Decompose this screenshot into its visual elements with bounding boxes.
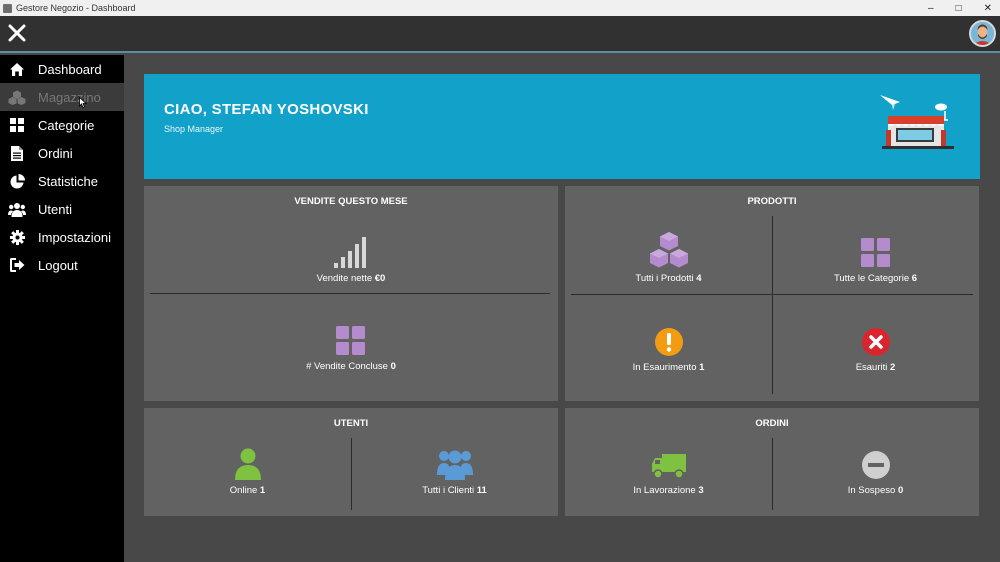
all-products-stat[interactable]: Tutti i Prodotti 4 xyxy=(565,230,772,284)
sales-card-title: VENDITE QUESTO MESE xyxy=(294,196,408,207)
orders-card: ORDINI In Lavorazione 3 In Sospeso 0 xyxy=(565,408,979,516)
out-of-stock-stat[interactable]: Esauriti 2 xyxy=(772,319,979,373)
all-clients-stat[interactable]: Tutti i Clienti 11 xyxy=(351,442,558,496)
out-of-stock-value: 2 xyxy=(890,362,896,373)
net-sales-value: €0 xyxy=(374,273,386,284)
all-categories-stat[interactable]: Tutte le Categorie 6 xyxy=(772,230,979,284)
close-window-icon[interactable]: ✕ xyxy=(984,3,992,14)
sidebar-item-magazzino[interactable]: Magazzino xyxy=(0,83,124,111)
top-bar xyxy=(0,16,1000,53)
products-card-title: PRODOTTI xyxy=(747,196,797,207)
out-of-stock-label: Esauriti xyxy=(855,362,888,373)
sidebar-item-categorie[interactable]: Categorie xyxy=(0,111,124,139)
net-sales-stat[interactable]: Vendite nette €0 xyxy=(144,230,558,284)
low-stock-value: 1 xyxy=(699,362,705,373)
maximize-icon[interactable]: □ xyxy=(956,3,962,14)
sidebar-item-label: Logout xyxy=(38,257,78,273)
all-categories-label: Tutte le Categorie xyxy=(833,273,910,284)
low-stock-label: In Esaurimento xyxy=(632,362,697,373)
processing-orders-label: In Lavorazione xyxy=(633,485,696,496)
closed-sales-value: 0 xyxy=(390,361,396,372)
window-titlebar: Gestore Negozio - Dashboard – □ ✕ xyxy=(0,0,1000,16)
users-icon xyxy=(8,201,26,217)
window-controls: – □ ✕ xyxy=(928,0,992,16)
sidebar-item-dashboard[interactable]: Dashboard xyxy=(0,55,124,83)
all-products-value: 4 xyxy=(696,273,702,284)
user-role: Shop Manager xyxy=(164,124,224,134)
closed-sales-label: # Vendite Concluse xyxy=(306,361,388,372)
divider xyxy=(571,294,973,295)
gear-icon xyxy=(8,229,26,245)
suspended-orders-stat[interactable]: In Sospeso 0 xyxy=(772,442,979,496)
boxes-icon xyxy=(649,232,688,268)
logout-icon xyxy=(8,257,26,273)
sales-card: VENDITE QUESTO MESE Vendite nette €0 # V… xyxy=(144,186,558,401)
sidebar-item-label: Categorie xyxy=(38,117,95,133)
sidebar-item-utenti[interactable]: Utenti xyxy=(0,195,124,223)
online-users-stat[interactable]: Online 1 xyxy=(144,442,351,496)
users-icon xyxy=(436,450,473,480)
sidebar-item-impostazioni[interactable]: Impostazioni xyxy=(0,223,124,251)
user-icon xyxy=(234,448,261,480)
sidebar-item-label: Utenti xyxy=(38,201,72,217)
sidebar-item-statistiche[interactable]: Statistiche xyxy=(0,167,124,195)
sidebar-item-label: Dashboard xyxy=(38,61,102,77)
welcome-banner: CIAO, STEFAN YOSHOVSKI Shop Manager xyxy=(144,74,980,179)
users-card: UTENTI Online 1 Tutti i Clienti 11 xyxy=(144,408,558,516)
low-stock-stat[interactable]: In Esaurimento 1 xyxy=(565,319,772,373)
sidebar-item-label: Ordini xyxy=(38,145,73,161)
orders-card-title: ORDINI xyxy=(755,418,789,429)
avatar[interactable] xyxy=(969,20,996,47)
minus-circle-icon xyxy=(861,451,890,479)
sidebar-item-logout[interactable]: Logout xyxy=(0,251,124,279)
home-icon xyxy=(8,61,26,77)
all-clients-value: 11 xyxy=(476,485,487,496)
sidebar-item-label: Impostazioni xyxy=(38,229,111,245)
sidebar-item-label: Statistiche xyxy=(38,173,98,189)
grid-icon xyxy=(336,326,365,355)
suspended-orders-label: In Sospeso xyxy=(847,485,896,496)
minimize-icon[interactable]: – xyxy=(928,3,934,14)
all-categories-value: 6 xyxy=(911,273,918,284)
app-icon xyxy=(3,3,12,13)
warning-icon xyxy=(654,328,683,356)
sidebar-item-label: Magazzino xyxy=(38,89,101,105)
shop-illustration-icon xyxy=(880,95,954,149)
window-title: Gestore Negozio - Dashboard xyxy=(16,3,136,13)
net-sales-label: Vendite nette xyxy=(316,273,373,284)
online-users-value: 1 xyxy=(259,485,266,496)
error-icon xyxy=(861,328,890,356)
processing-orders-stat[interactable]: In Lavorazione 3 xyxy=(565,442,772,496)
grid-icon xyxy=(8,117,26,133)
suspended-orders-value: 0 xyxy=(897,485,904,496)
all-clients-label: Tutti i Clienti xyxy=(422,485,475,496)
grid-icon xyxy=(860,238,890,267)
products-card: PRODOTTI Tutti i Prodotti 4 Tutte le Cat… xyxy=(565,186,979,401)
document-icon xyxy=(8,145,26,161)
online-users-label: Online xyxy=(229,485,258,496)
users-card-title: UTENTI xyxy=(333,418,369,429)
divider xyxy=(150,293,550,294)
closed-sales-stat[interactable]: # Vendite Concluse 0 xyxy=(144,318,558,372)
processing-orders-value: 3 xyxy=(698,485,704,496)
sidebar-item-ordini[interactable]: Ordini xyxy=(0,139,124,167)
sidebar: Dashboard Magazzino Categorie Ordini Sta… xyxy=(0,55,124,562)
boxes-icon xyxy=(8,89,26,105)
truck-icon xyxy=(651,454,686,479)
main-content: CIAO, STEFAN YOSHOVSKI Shop Manager VEND… xyxy=(124,55,1000,562)
signal-bars-icon xyxy=(334,237,366,268)
close-menu-icon[interactable] xyxy=(7,22,27,44)
pie-chart-icon xyxy=(8,173,26,189)
mouse-cursor-icon xyxy=(79,97,87,108)
all-products-label: Tutti i Prodotti xyxy=(635,273,694,284)
welcome-greeting: CIAO, STEFAN YOSHOVSKI xyxy=(164,101,369,118)
